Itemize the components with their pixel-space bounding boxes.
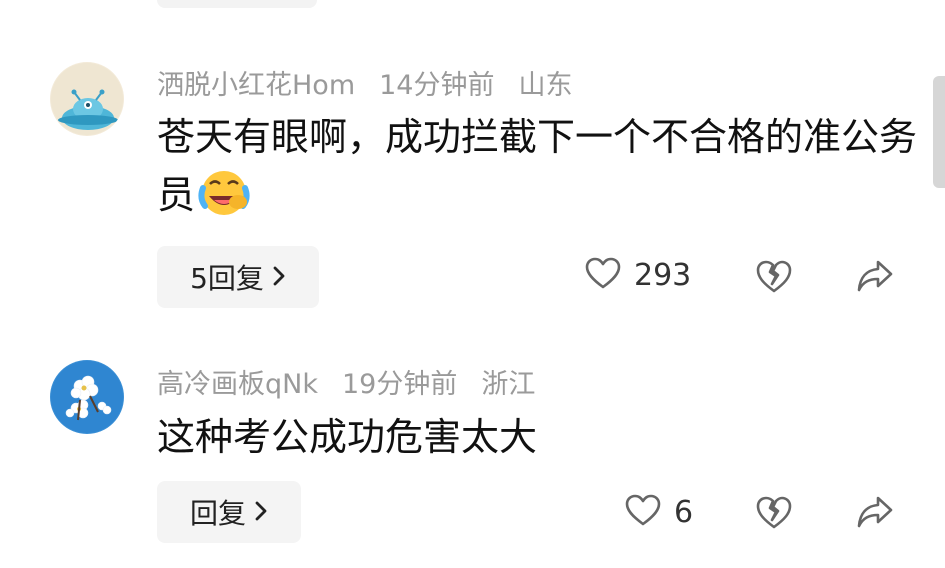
dislike-button[interactable] — [754, 258, 794, 298]
username[interactable]: 洒脱小红花Hom — [157, 63, 355, 102]
share-button[interactable] — [855, 494, 895, 534]
comment-text: 这种考公成功危害太大 — [157, 408, 917, 466]
comment-time: 14分钟前 — [379, 70, 495, 101]
replies-button[interactable]: 5回复 — [157, 246, 319, 308]
reply-label: 回复 — [189, 497, 246, 530]
share-icon — [855, 258, 895, 298]
chevron-right-icon — [254, 496, 268, 529]
comment-location: 山东 — [518, 70, 573, 101]
username[interactable]: 高冷画板qNk — [157, 362, 318, 401]
comment-meta: 高冷画板qNk 19分钟前 浙江 — [157, 362, 535, 401]
laugh-cry-emoji-icon — [197, 168, 251, 234]
comment-text: 苍天有眼啊，成功拦截下一个不合格的准公务员 — [157, 108, 917, 234]
reply-button[interactable]: 回复 — [157, 481, 301, 543]
replies-label: 5回复 — [190, 262, 264, 295]
dislike-button[interactable] — [754, 494, 794, 534]
chevron-right-icon — [272, 261, 286, 294]
like-count: 6 — [674, 494, 694, 530]
scrollbar[interactable] — [933, 76, 945, 188]
share-button[interactable] — [855, 258, 895, 298]
heart-icon — [584, 256, 622, 294]
avatar[interactable] — [50, 360, 124, 434]
comment-time: 19分钟前 — [341, 369, 458, 400]
share-icon — [855, 494, 895, 534]
comment-text-content: 苍天有眼啊，成功拦截下一个不合格的准公务员 — [157, 115, 918, 217]
like-count: 293 — [634, 257, 692, 293]
comment-meta: 洒脱小红花Hom 14分钟前 山东 — [157, 63, 572, 102]
like-button[interactable]: 293 — [584, 256, 691, 294]
broken-heart-icon — [754, 258, 794, 298]
avatar[interactable] — [50, 62, 124, 136]
like-button[interactable]: 6 — [624, 493, 693, 531]
heart-icon — [624, 493, 662, 531]
previous-reply-button[interactable] — [157, 0, 317, 8]
broken-heart-icon — [754, 494, 794, 534]
comment-text-content: 这种考公成功危害太大 — [157, 415, 538, 459]
comment-location: 浙江 — [481, 369, 536, 400]
